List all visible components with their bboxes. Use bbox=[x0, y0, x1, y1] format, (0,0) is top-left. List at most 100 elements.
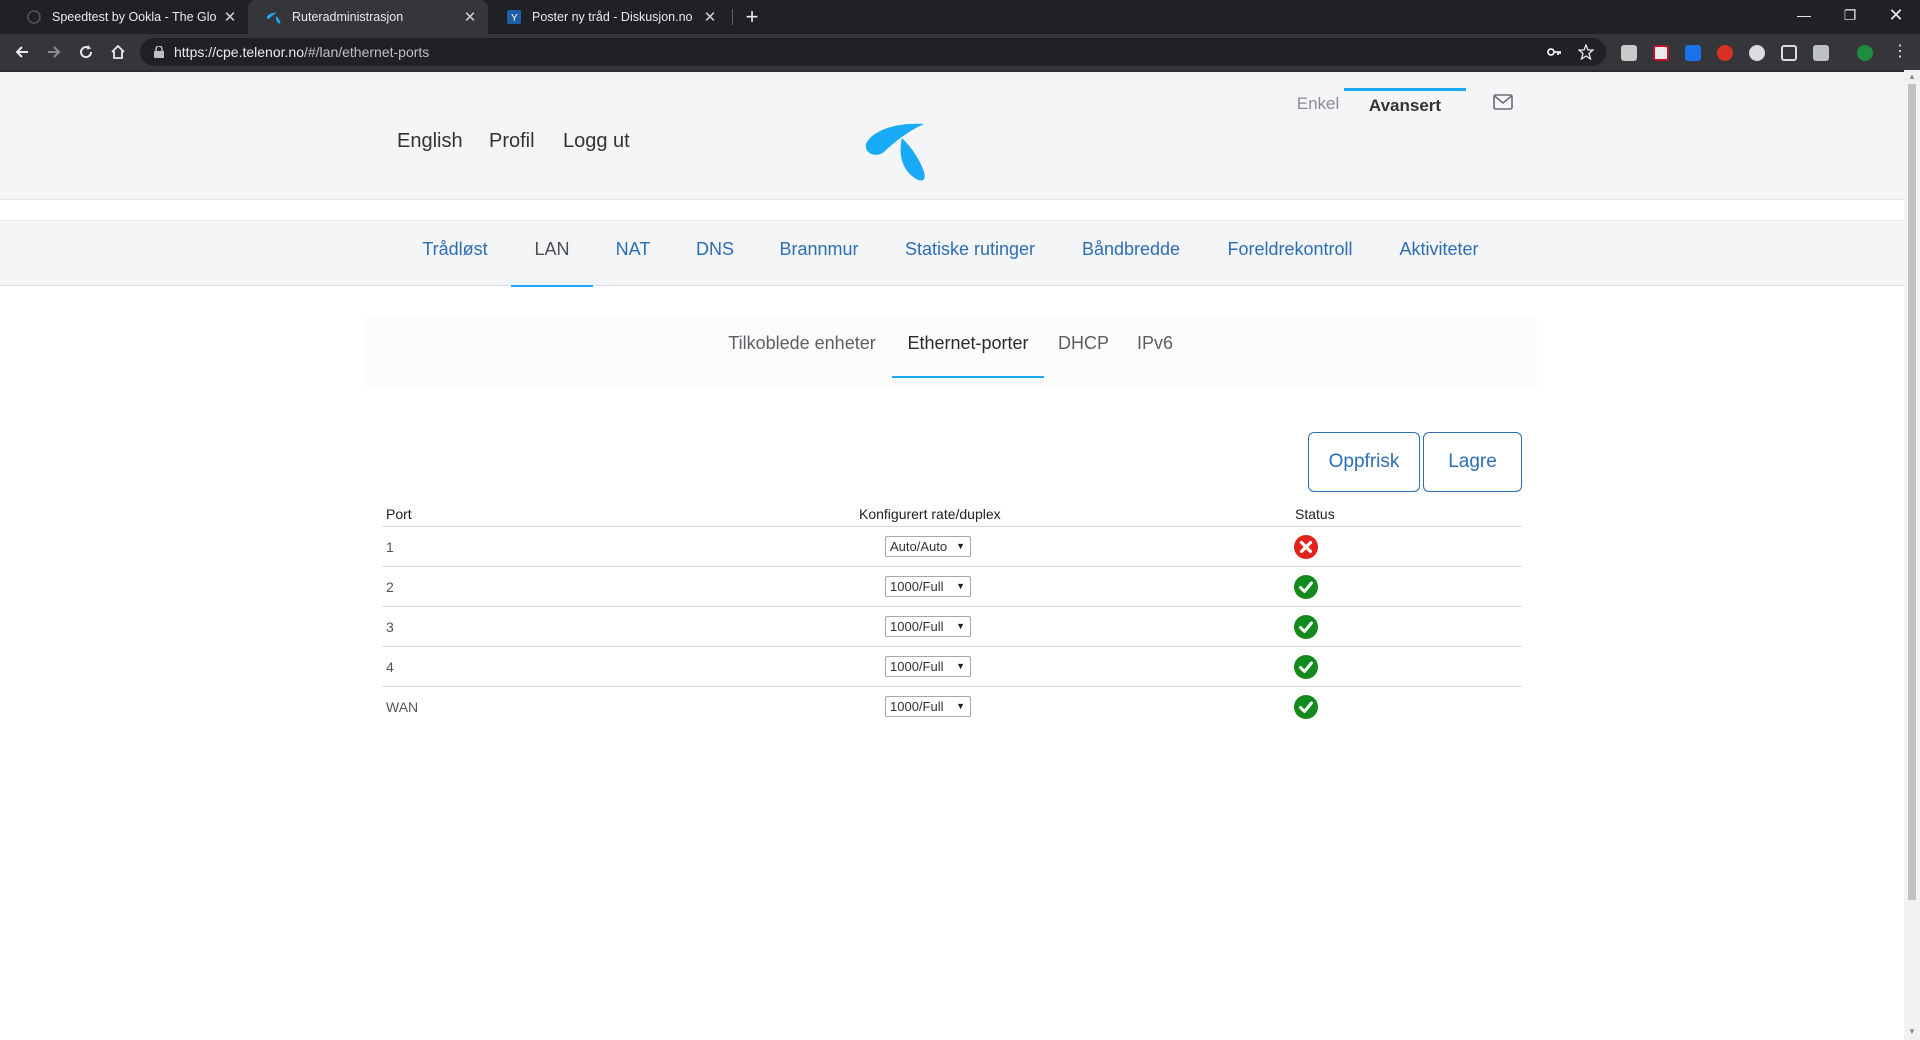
logg-ut-link[interactable]: Logg ut bbox=[563, 130, 630, 153]
port-cell: 3 bbox=[386, 619, 394, 635]
rate-duplex-value: 1000/Full bbox=[890, 579, 944, 594]
port-cell: 4 bbox=[386, 659, 394, 675]
nav-tradlost[interactable]: Trådløst bbox=[412, 221, 498, 287]
column-header-status: Status bbox=[1295, 506, 1335, 522]
table-row: WAN 1000/Full ▼ bbox=[382, 686, 1522, 726]
nav-lan[interactable]: LAN bbox=[511, 221, 593, 287]
browser-tab-diskusjon[interactable]: Y Poster ny tråd - Diskusjon.no ✕ bbox=[488, 0, 728, 34]
nav-foreldrekontroll[interactable]: Foreldrekontroll bbox=[1224, 221, 1356, 287]
scrollbar-thumb[interactable] bbox=[1908, 84, 1916, 900]
extension-white-icon[interactable] bbox=[1749, 45, 1765, 61]
key-icon[interactable] bbox=[1546, 44, 1562, 60]
page-header: Enkel Avansert English Profil Logg ut bbox=[0, 72, 1904, 200]
nav-brannmur[interactable]: Brannmur bbox=[776, 221, 862, 287]
scroll-down-arrow-icon[interactable]: ▼ bbox=[1908, 1028, 1916, 1036]
subnav-tilkoblede-enheter[interactable]: Tilkoblede enheter bbox=[726, 318, 878, 378]
nav-bandbredde[interactable]: Båndbredde bbox=[1078, 221, 1184, 287]
diskusjon-icon: Y bbox=[506, 9, 522, 25]
extension-gray-icon[interactable] bbox=[1813, 45, 1829, 61]
page-scrollbar[interactable]: ▲ ▼ bbox=[1904, 70, 1920, 1040]
nav-aktiviteter[interactable]: Aktiviteter bbox=[1394, 221, 1484, 287]
dropdown-arrow-icon: ▼ bbox=[956, 701, 965, 711]
tab-title: Poster ny tråd - Diskusjon.no bbox=[532, 10, 693, 24]
browser-tab-bar: Speedtest by Ookla - The Global ✕ Rutera… bbox=[0, 0, 1920, 34]
svg-text:Y: Y bbox=[511, 13, 518, 24]
restore-window-button[interactable]: ❐ bbox=[1828, 0, 1872, 30]
nav-dns[interactable]: DNS bbox=[691, 221, 739, 287]
telenor-logo[interactable] bbox=[864, 114, 934, 184]
table-row: 1 Auto/Auto ▼ bbox=[382, 526, 1522, 566]
forward-button[interactable] bbox=[40, 38, 68, 66]
scroll-up-arrow-icon[interactable]: ▲ bbox=[1908, 73, 1916, 81]
profil-link[interactable]: Profil bbox=[489, 130, 535, 153]
chrome-menu-icon[interactable]: ⋮ bbox=[1892, 44, 1908, 60]
mode-tab-avansert[interactable]: Avansert bbox=[1344, 88, 1466, 120]
column-header-rate-duplex: Konfigurert rate/duplex bbox=[859, 506, 1001, 522]
status-error-icon bbox=[1294, 535, 1318, 559]
port-cell: WAN bbox=[386, 699, 419, 715]
close-tab-icon[interactable]: ✕ bbox=[702, 8, 718, 26]
back-button[interactable] bbox=[8, 38, 36, 66]
reload-icon bbox=[80, 45, 93, 59]
table-row: 4 1000/Full ▼ bbox=[382, 646, 1522, 686]
close-tab-icon[interactable]: ✕ bbox=[222, 8, 238, 26]
tab-title: Speedtest by Ookla - The Global bbox=[52, 10, 216, 24]
browser-toolbar: https://cpe.telenor.no/#/lan/ethernet-po… bbox=[0, 34, 1920, 70]
dropdown-arrow-icon: ▼ bbox=[956, 621, 965, 631]
extension-blue-icon[interactable] bbox=[1685, 45, 1701, 61]
rate-duplex-select[interactable]: 1000/Full ▼ bbox=[885, 696, 971, 717]
nav-nat[interactable]: NAT bbox=[608, 221, 658, 287]
home-icon bbox=[111, 44, 125, 59]
extension-glasses-icon[interactable] bbox=[1781, 45, 1797, 61]
rate-duplex-value: Auto/Auto bbox=[890, 539, 948, 554]
rate-duplex-value: 1000/Full bbox=[890, 659, 944, 674]
home-button[interactable] bbox=[104, 38, 132, 66]
rate-duplex-value: 1000/Full bbox=[890, 699, 944, 714]
bookmark-star-icon[interactable] bbox=[1578, 44, 1594, 60]
rate-duplex-select[interactable]: 1000/Full ▼ bbox=[885, 576, 971, 597]
speedtest-icon bbox=[26, 9, 42, 25]
browser-tab-speedtest[interactable]: Speedtest by Ookla - The Global ✕ bbox=[8, 0, 248, 34]
extension-pocket-icon[interactable] bbox=[1653, 45, 1669, 61]
extension-green-icon[interactable] bbox=[1857, 45, 1873, 61]
subnav-ethernet-porter[interactable]: Ethernet-porter bbox=[892, 318, 1044, 378]
tab-title: Ruteradministrasjon bbox=[292, 10, 404, 24]
refresh-button[interactable]: Oppfrisk bbox=[1308, 432, 1420, 492]
nav-statiske-rutinger[interactable]: Statiske rutinger bbox=[902, 221, 1038, 287]
status-ok-icon bbox=[1294, 655, 1318, 679]
close-tab-icon[interactable]: ✕ bbox=[462, 8, 478, 26]
lock-icon bbox=[154, 46, 164, 58]
reload-button[interactable] bbox=[72, 38, 100, 66]
port-cell: 1 bbox=[386, 539, 394, 555]
rate-duplex-select[interactable]: 1000/Full ▼ bbox=[885, 616, 971, 637]
back-arrow-icon bbox=[15, 46, 28, 58]
mail-icon[interactable] bbox=[1493, 94, 1513, 110]
dropdown-arrow-icon: ▼ bbox=[956, 541, 965, 551]
minimize-window-button[interactable]: — bbox=[1782, 0, 1826, 30]
sub-navigation: Tilkoblede enheter Ethernet-porter DHCP … bbox=[365, 318, 1537, 388]
subnav-ipv6[interactable]: IPv6 bbox=[1135, 318, 1175, 378]
rate-duplex-select[interactable]: 1000/Full ▼ bbox=[885, 656, 971, 677]
rate-duplex-select[interactable]: Auto/Auto ▼ bbox=[885, 536, 971, 557]
status-ok-icon bbox=[1294, 615, 1318, 639]
telenor-icon bbox=[266, 9, 282, 25]
address-bar[interactable]: https://cpe.telenor.no/#/lan/ethernet-po… bbox=[140, 38, 1606, 66]
url-host: https://cpe.telenor.no bbox=[174, 44, 304, 60]
subnav-dhcp[interactable]: DHCP bbox=[1058, 318, 1109, 378]
url-path: /#/lan/ethernet-ports bbox=[303, 44, 430, 60]
dropdown-arrow-icon: ▼ bbox=[956, 661, 965, 671]
status-ok-icon bbox=[1294, 575, 1318, 599]
new-tab-button[interactable]: + bbox=[738, 0, 766, 34]
forward-arrow-icon bbox=[48, 46, 61, 58]
browser-tab-ruteradministrasjon[interactable]: Ruteradministrasjon ✕ bbox=[248, 0, 488, 34]
close-window-button[interactable]: ✕ bbox=[1874, 0, 1918, 30]
page-viewport: Enkel Avansert English Profil Logg ut Tr… bbox=[0, 70, 1904, 1040]
save-button[interactable]: Lagre bbox=[1423, 432, 1522, 492]
port-cell: 2 bbox=[386, 579, 394, 595]
extension-red-icon[interactable] bbox=[1717, 45, 1733, 61]
english-link[interactable]: English bbox=[397, 130, 463, 153]
column-header-port: Port bbox=[386, 506, 412, 522]
extension-icon[interactable] bbox=[1621, 45, 1637, 61]
status-ok-icon bbox=[1294, 695, 1318, 719]
rate-duplex-value: 1000/Full bbox=[890, 619, 944, 634]
